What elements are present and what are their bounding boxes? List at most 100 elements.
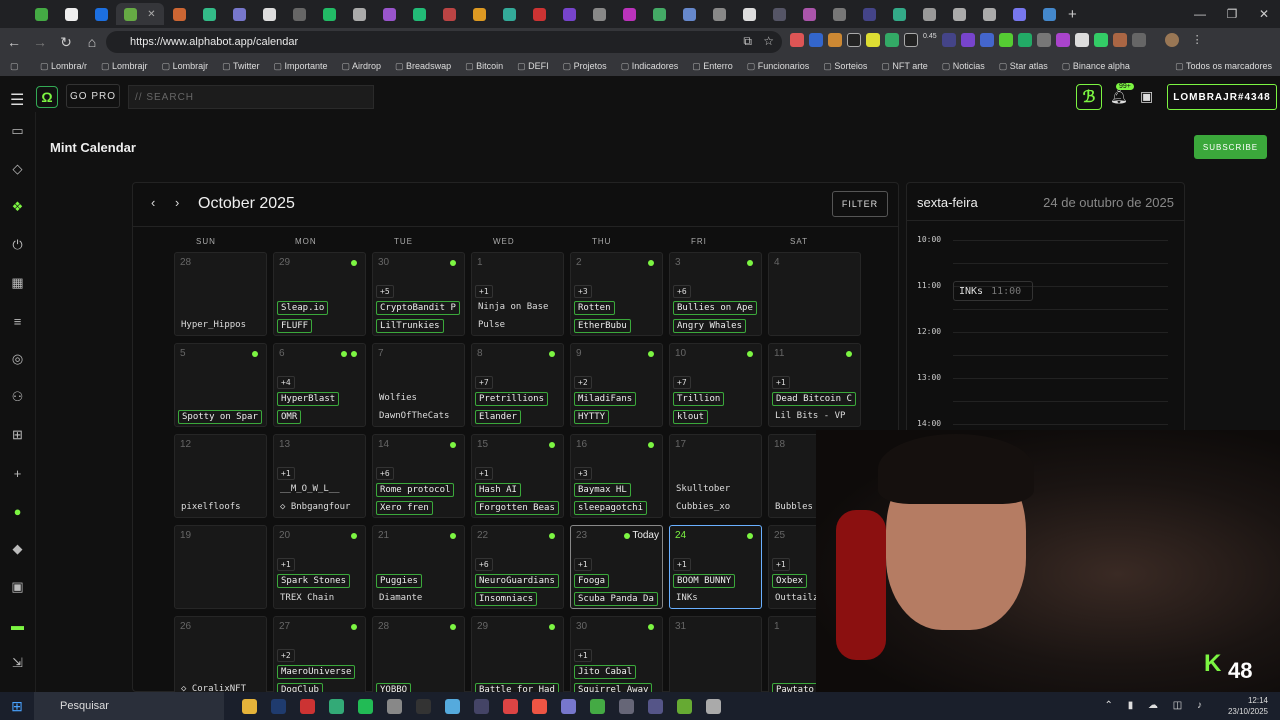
event-chip[interactable]: TREX Chain — [277, 592, 337, 606]
browser-tab[interactable] — [884, 3, 914, 25]
next-month-icon[interactable]: › — [175, 195, 179, 210]
browser-tab[interactable] — [404, 3, 434, 25]
community-avatar[interactable]: ▣ — [11, 568, 23, 606]
projects-icon[interactable]: ❖ — [12, 188, 24, 226]
browser-tab[interactable] — [164, 3, 194, 25]
dashboard-icon[interactable]: ▭ — [11, 112, 23, 150]
browser-tab[interactable] — [764, 3, 794, 25]
app-icon[interactable] — [300, 698, 315, 714]
event-chip[interactable]: MiladiFans — [574, 392, 637, 406]
event-chip[interactable]: Spark Stones — [277, 574, 351, 588]
event-chip[interactable]: Xero fren — [376, 501, 433, 515]
more-events-badge[interactable]: +3 — [574, 285, 592, 298]
event-chip[interactable]: Bubbles — [772, 501, 816, 515]
bookmark-item[interactable]: Twitter — [222, 61, 260, 72]
event-chip[interactable]: Baymax HL — [574, 483, 631, 497]
event-chip[interactable]: OMR — [277, 410, 302, 424]
forward-icon[interactable]: → — [28, 30, 52, 54]
extension-icon[interactable] — [866, 33, 880, 47]
filter-button[interactable]: FILTER — [832, 191, 888, 217]
calendar-day[interactable]: 10 +7 Trillion klout — [669, 343, 762, 427]
app-icon[interactable] — [474, 698, 489, 714]
calendar-day[interactable]: 3 +6 Bullies on Ape Angry Whales — [669, 252, 762, 336]
bell-icon[interactable]: 🔔︎ — [1110, 88, 1128, 105]
more-events-badge[interactable]: +1 — [673, 558, 691, 571]
calendar-day[interactable]: 20 +1 Spark Stones TREX Chain — [273, 525, 366, 609]
event-chip[interactable]: __M_O_W_L__ — [277, 483, 343, 497]
app-icon[interactable] — [329, 698, 344, 714]
all-bookmarks-folder[interactable]: Todos os marcadores — [1175, 61, 1272, 72]
browser-tab[interactable] — [1034, 3, 1064, 25]
event-chip[interactable]: HYTTY — [574, 410, 610, 424]
taskbar-search[interactable]: Pesquisar — [34, 692, 224, 720]
close-window-icon[interactable]: ✕ — [1248, 0, 1280, 28]
more-events-badge[interactable]: +5 — [376, 285, 394, 298]
browser-tab[interactable] — [524, 3, 554, 25]
event-chip[interactable]: HyperBlast — [277, 392, 340, 406]
wallet-icon[interactable]: ▣ — [1140, 88, 1153, 105]
community-avatar[interactable]: ▬ — [11, 606, 24, 644]
event-chip[interactable]: Oxbex — [772, 574, 808, 588]
event-chip[interactable]: Puggies — [376, 574, 422, 588]
reload-icon[interactable]: ↻ — [54, 30, 78, 54]
list-icon[interactable]: ≡ — [14, 302, 22, 340]
calendar-day[interactable]: 4 — [768, 252, 861, 336]
bookmark-star-icon[interactable]: ☆ — [763, 34, 774, 48]
event-chip[interactable]: Hyper_Hippos — [178, 319, 249, 333]
browser-tab[interactable] — [614, 3, 644, 25]
bookmark-item[interactable]: NFT arte — [881, 61, 927, 72]
app-icon[interactable] — [619, 698, 634, 714]
tab-active[interactable]: ✕ — [116, 3, 164, 25]
app-icon[interactable] — [561, 698, 576, 714]
more-events-badge[interactable]: +1 — [772, 558, 790, 571]
calendar-day[interactable]: 31 — [669, 616, 762, 700]
calendar-day[interactable]: 13 +1 __M_O_W_L__ ◇ Bnbgangfour — [273, 434, 366, 518]
users-icon[interactable]: ⚇ — [12, 378, 24, 416]
menu-icon[interactable]: ☰ — [10, 90, 24, 110]
browser-tab[interactable] — [434, 3, 464, 25]
browser-tab[interactable] — [554, 3, 584, 25]
home-icon[interactable]: ⌂ — [80, 30, 104, 54]
event-chip[interactable]: Elander — [475, 410, 521, 424]
calendar-day[interactable]: 16 +3 Baymax HL sleepagotchi — [570, 434, 663, 518]
calendar-day[interactable]: 6 +4 HyperBlast OMR — [273, 343, 366, 427]
browser-tab[interactable] — [824, 3, 854, 25]
browser-tab[interactable] — [674, 3, 704, 25]
calendar-day[interactable]: 29 Battle for Had — [471, 616, 564, 700]
calendar-day[interactable]: 7 Wolfies DawnOfTheCats — [372, 343, 465, 427]
calendar-day[interactable]: 19 — [174, 525, 267, 609]
event-chip[interactable]: FLUFF — [277, 319, 313, 333]
browser-tab[interactable] — [344, 3, 374, 25]
browser-tab[interactable] — [26, 3, 56, 25]
browser-tab[interactable] — [374, 3, 404, 25]
event-chip[interactable]: DawnOfTheCats — [376, 410, 452, 424]
app-icon[interactable] — [445, 698, 460, 714]
event-chip[interactable]: Pulse — [475, 319, 508, 333]
calendar-day[interactable]: 22 +6 NeuroGuardians Insomniacs — [471, 525, 564, 609]
calendar-day[interactable]: 15 +1 Hash AI Forgotten Beas — [471, 434, 564, 518]
event-chip[interactable]: Lil Bits - VP — [772, 410, 848, 424]
points-icon[interactable]: ℬ — [1076, 84, 1102, 110]
event-chip[interactable]: Scuba Panda Da — [574, 592, 658, 606]
go-pro-button[interactable]: GO PRO — [66, 84, 120, 108]
browser-tab[interactable] — [854, 3, 884, 25]
extension-icon[interactable] — [960, 33, 975, 47]
browser-tab[interactable] — [284, 3, 314, 25]
photoshop-icon[interactable] — [271, 698, 286, 714]
event-chip[interactable]: EtherBubu — [574, 319, 631, 333]
event-chip[interactable]: Diamante — [376, 592, 425, 606]
browser-tab[interactable] — [314, 3, 344, 25]
event-chip[interactable]: Pretrillions — [475, 392, 549, 406]
more-events-badge[interactable]: +1 — [772, 376, 790, 389]
event-chip[interactable]: Wolfies — [376, 392, 420, 406]
bookmark-item[interactable]: Lombrajr — [101, 61, 148, 72]
app-icon[interactable] — [677, 698, 692, 714]
browser-tab[interactable] — [56, 3, 86, 25]
community-avatar[interactable]: ◆ — [13, 530, 23, 568]
calendar-day[interactable]: 17 Skulltober Cubbies_xo — [669, 434, 762, 518]
extension-icon[interactable] — [885, 33, 899, 47]
browser-tab[interactable] — [734, 3, 764, 25]
day-event[interactable]: INKs 11:00 — [953, 281, 1033, 301]
event-chip[interactable]: klout — [673, 410, 709, 424]
more-events-badge[interactable]: +3 — [574, 467, 592, 480]
